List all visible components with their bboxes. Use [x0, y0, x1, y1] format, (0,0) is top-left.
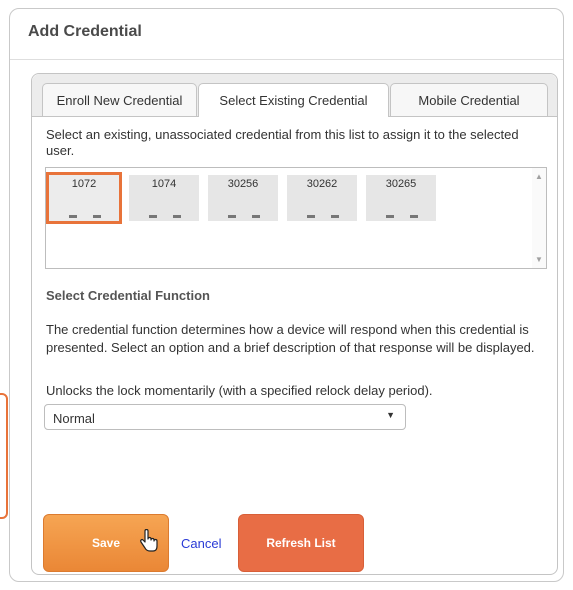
- card-marks-icon: [386, 215, 418, 218]
- hand-pointer-cursor-icon: [140, 529, 158, 552]
- credential-list[interactable]: 1072 1074 30256 30262 30265 ▲ ▼: [45, 167, 547, 269]
- function-summary-text: Unlocks the lock momentarily (with a spe…: [46, 383, 433, 398]
- dropdown-arrow-icon: ▼: [386, 410, 395, 420]
- scroll-up-arrow-icon[interactable]: ▲: [535, 172, 543, 181]
- card-marks-icon: [149, 215, 181, 218]
- credential-tile-1074[interactable]: 1074: [129, 175, 199, 221]
- dialog-title: Add Credential: [28, 23, 142, 40]
- credential-function-description: The credential function determines how a…: [46, 322, 535, 355]
- instruction-text: Select an existing, unassociated credent…: [46, 127, 519, 158]
- tab-select-existing-credential[interactable]: Select Existing Credential: [198, 83, 389, 117]
- add-credential-dialog: Add Credential Enroll New Credential Sel…: [9, 8, 564, 582]
- selected-function-value: Normal: [53, 411, 95, 426]
- tab-mobile-credential[interactable]: Mobile Credential: [390, 83, 548, 116]
- credential-tile-30262[interactable]: 30262: [287, 175, 357, 221]
- credential-number: 30256: [227, 178, 259, 190]
- card-marks-icon: [228, 215, 260, 218]
- card-marks-icon: [307, 215, 339, 218]
- background-panel-edge: [0, 393, 8, 519]
- credential-function-title: Select Credential Function: [46, 288, 210, 303]
- credential-tile-30265[interactable]: 30265: [366, 175, 436, 221]
- cancel-link[interactable]: Cancel: [181, 536, 221, 551]
- credential-number: 30265: [385, 178, 417, 190]
- refresh-list-button[interactable]: Refresh List: [238, 514, 364, 572]
- credential-function-select[interactable]: Normal ▼: [44, 404, 406, 430]
- credential-number: 30262: [306, 178, 338, 190]
- list-scrollbar[interactable]: ▲ ▼: [532, 168, 546, 268]
- tab-bar: Enroll New Credential Select Existing Cr…: [32, 74, 557, 117]
- scroll-down-arrow-icon[interactable]: ▼: [535, 255, 543, 264]
- credential-number: 1072: [71, 178, 97, 190]
- dialog-header: Add Credential: [10, 9, 563, 60]
- credential-tile-1072[interactable]: 1072: [46, 172, 122, 224]
- credential-panel: Enroll New Credential Select Existing Cr…: [31, 73, 558, 575]
- card-marks-icon: [69, 215, 101, 218]
- credential-number: 1074: [151, 178, 177, 190]
- credential-tile-30256[interactable]: 30256: [208, 175, 278, 221]
- tab-enroll-new-credential[interactable]: Enroll New Credential: [42, 83, 197, 116]
